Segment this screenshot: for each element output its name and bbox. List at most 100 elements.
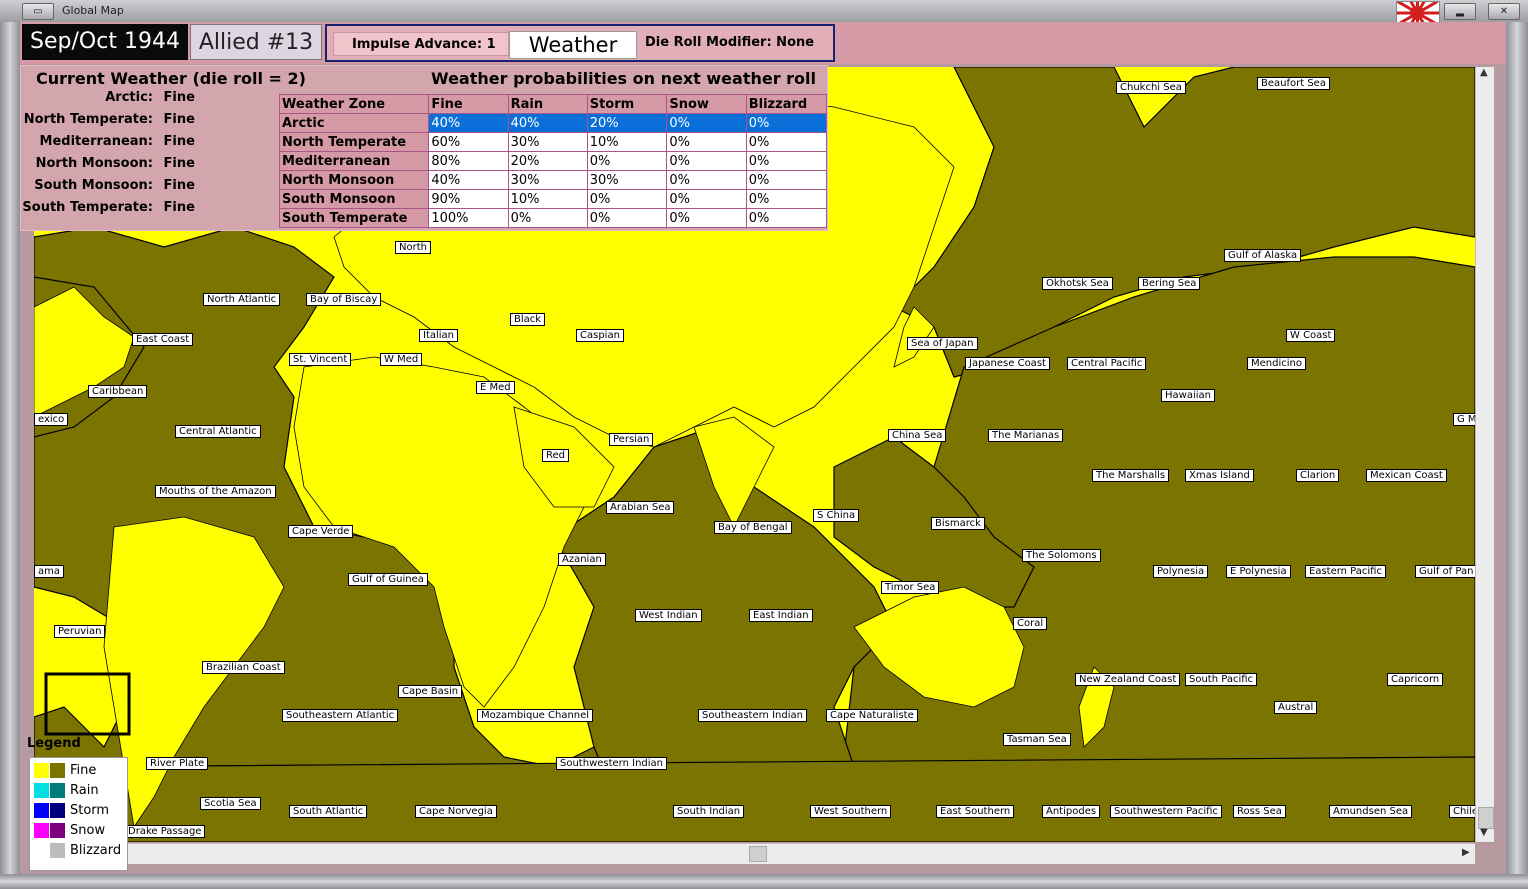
table-row[interactable]: North Monsoon 40% 30% 30% 0% 0% bbox=[278, 170, 828, 190]
sea-area-label[interactable]: China Sea bbox=[888, 429, 947, 442]
sea-area-label[interactable]: Sea of Japan bbox=[907, 337, 978, 350]
sea-area-label[interactable]: South Pacific bbox=[1185, 673, 1258, 686]
sea-area-label[interactable]: Southeastern Indian bbox=[698, 709, 807, 722]
sea-area-label[interactable]: The Solomons bbox=[1022, 549, 1101, 562]
sea-area-label[interactable]: North Atlantic bbox=[203, 293, 281, 306]
current-weather-value: Fine bbox=[159, 112, 195, 127]
sea-area-label[interactable]: Drake Passage bbox=[124, 825, 206, 838]
sea-area-label[interactable]: Central Atlantic bbox=[175, 425, 261, 438]
sea-area-label[interactable]: Antipodes bbox=[1042, 805, 1101, 818]
sea-area-label[interactable]: Chile bbox=[1449, 805, 1475, 818]
horizontal-scroll-thumb[interactable] bbox=[749, 846, 767, 862]
sea-area-label[interactable]: E Med bbox=[476, 381, 515, 394]
sea-area-label[interactable]: South Atlantic bbox=[289, 805, 368, 818]
sea-area-label[interactable]: Cape Verde bbox=[288, 525, 354, 538]
sea-area-label[interactable]: Japanese Coast bbox=[965, 357, 1050, 370]
sea-area-label[interactable]: exico bbox=[34, 413, 69, 426]
sea-area-label[interactable]: East Indian bbox=[749, 609, 813, 622]
sea-area-label[interactable]: Southwestern Indian bbox=[556, 757, 668, 770]
sea-area-label[interactable]: Bering Sea bbox=[1138, 277, 1201, 290]
sea-area-label[interactable]: Arabian Sea bbox=[606, 501, 675, 514]
table-row[interactable]: North Temperate 60% 30% 10% 0% 0% bbox=[278, 132, 828, 152]
sea-area-label[interactable]: Azanian bbox=[558, 553, 606, 566]
sea-area-label[interactable]: Mendicino bbox=[1247, 357, 1306, 370]
sea-area-label[interactable]: Timor Sea bbox=[881, 581, 940, 594]
sea-area-label[interactable]: Hawaiian bbox=[1161, 389, 1215, 402]
sea-area-label[interactable]: Capricorn bbox=[1387, 673, 1444, 686]
sea-area-label[interactable]: Gulf of Guinea bbox=[348, 573, 428, 586]
sea-area-label[interactable]: Xmas Island bbox=[1185, 469, 1254, 482]
minimize-button[interactable]: ▂ bbox=[1444, 3, 1476, 20]
sea-area-label[interactable]: Cape Norvegia bbox=[415, 805, 497, 818]
sea-area-label[interactable]: Gulf of Alaska bbox=[1224, 249, 1302, 262]
table-cell: 0% bbox=[745, 132, 828, 152]
sea-area-label[interactable]: W Med bbox=[380, 353, 423, 366]
sea-area-label[interactable]: Caribbean bbox=[88, 385, 148, 398]
sea-area-label[interactable]: Cape Naturaliste bbox=[826, 709, 918, 722]
sea-area-label[interactable]: South Indian bbox=[673, 805, 745, 818]
sea-area-label[interactable]: ama bbox=[34, 565, 64, 578]
sea-area-label[interactable]: Mexican Coast bbox=[1366, 469, 1447, 482]
sea-area-label[interactable]: River Plate bbox=[146, 757, 209, 770]
sea-area-label[interactable]: The Marshalls bbox=[1092, 469, 1170, 482]
sea-area-label[interactable]: Amundsen Sea bbox=[1329, 805, 1413, 818]
close-button[interactable]: ✕ bbox=[1488, 3, 1520, 20]
horizontal-scrollbar[interactable]: ▶ bbox=[34, 843, 1475, 864]
sea-area-label[interactable]: St. Vincent bbox=[289, 353, 352, 366]
sea-area-label[interactable]: Ross Sea bbox=[1233, 805, 1286, 818]
sea-area-label[interactable]: Southwestern Pacific bbox=[1110, 805, 1222, 818]
sea-area-label[interactable]: Chukchi Sea bbox=[1116, 81, 1186, 94]
sea-area-label[interactable]: Beaufort Sea bbox=[1257, 77, 1330, 90]
sea-area-label[interactable]: Scotia Sea bbox=[200, 797, 261, 810]
sea-area-label[interactable]: W Coast bbox=[1286, 329, 1336, 342]
sea-area-label[interactable]: Mozambique Channel bbox=[477, 709, 594, 722]
sea-area-label[interactable]: Okhotsk Sea bbox=[1042, 277, 1113, 290]
sea-area-label[interactable]: Mouths of the Amazon bbox=[155, 485, 276, 498]
vertical-scroll-thumb[interactable] bbox=[1478, 807, 1494, 829]
sea-area-label[interactable]: G M bbox=[1453, 413, 1475, 426]
vertical-scrollbar[interactable]: ▲ ▼ bbox=[1475, 67, 1494, 842]
sea-area-label[interactable]: Eastern Pacific bbox=[1305, 565, 1386, 578]
weather-mode-button[interactable]: Weather bbox=[509, 31, 637, 59]
sea-area-label[interactable]: Central Pacific bbox=[1067, 357, 1147, 370]
sea-area-label[interactable]: Red bbox=[542, 449, 569, 462]
table-row[interactable]: South Monsoon 90% 10% 0% 0% 0% bbox=[278, 189, 828, 209]
scroll-down-icon[interactable]: ▼ bbox=[1480, 827, 1488, 838]
sea-area-label[interactable]: Austral bbox=[1274, 701, 1318, 714]
legend-label: Fine bbox=[70, 763, 97, 778]
sea-area-label[interactable]: Bismarck bbox=[931, 517, 985, 530]
scroll-right-icon[interactable]: ▶ bbox=[1462, 847, 1470, 858]
sea-area-label[interactable]: East Southern bbox=[936, 805, 1015, 818]
sea-area-label[interactable]: West Indian bbox=[635, 609, 702, 622]
sea-area-label[interactable]: Polynesia bbox=[1153, 565, 1209, 578]
sea-area-label[interactable]: Gulf of Pan bbox=[1415, 565, 1475, 578]
sea-area-label[interactable]: Italian bbox=[419, 329, 459, 342]
table-row[interactable]: Arctic 40% 40% 20% 0% 0% bbox=[278, 113, 828, 133]
sea-area-label[interactable]: Bay of Biscay bbox=[306, 293, 382, 306]
system-menu-button[interactable]: ▭ bbox=[22, 3, 54, 20]
sea-area-label[interactable]: North bbox=[395, 241, 431, 254]
sea-area-label[interactable]: East Coast bbox=[132, 333, 194, 346]
sea-area-label[interactable]: Persian bbox=[609, 433, 654, 446]
sea-area-label[interactable]: Tasman Sea bbox=[1003, 733, 1071, 746]
sea-area-label[interactable]: Black bbox=[510, 313, 546, 326]
sea-area-label[interactable]: West Southern bbox=[810, 805, 892, 818]
table-row[interactable]: Mediterranean 80% 20% 0% 0% 0% bbox=[278, 151, 828, 171]
sea-area-label[interactable]: Caspian bbox=[576, 329, 624, 342]
scroll-up-icon[interactable]: ▲ bbox=[1480, 67, 1488, 78]
sea-area-label[interactable]: New Zealand Coast bbox=[1075, 673, 1181, 686]
table-cell: 20% bbox=[507, 151, 588, 171]
table-cell: 0% bbox=[666, 132, 747, 152]
sea-area-label[interactable]: Bay of Bengal bbox=[714, 521, 792, 534]
sea-area-label[interactable]: Southeastern Atlantic bbox=[282, 709, 399, 722]
sea-area-label[interactable]: E Polynesia bbox=[1226, 565, 1291, 578]
sea-area-label[interactable]: Brazilian Coast bbox=[202, 661, 285, 674]
sea-area-label[interactable]: Cape Basin bbox=[398, 685, 463, 698]
sea-area-label[interactable]: S China bbox=[813, 509, 860, 522]
current-weather-zone: North Temperate: bbox=[23, 112, 153, 127]
sea-area-label[interactable]: Peruvian bbox=[54, 625, 106, 638]
sea-area-label[interactable]: The Marianas bbox=[988, 429, 1064, 442]
table-row[interactable]: South Temperate 100% 0% 0% 0% 0% bbox=[278, 208, 828, 228]
sea-area-label[interactable]: Coral bbox=[1013, 617, 1048, 630]
sea-area-label[interactable]: Clarion bbox=[1296, 469, 1340, 482]
